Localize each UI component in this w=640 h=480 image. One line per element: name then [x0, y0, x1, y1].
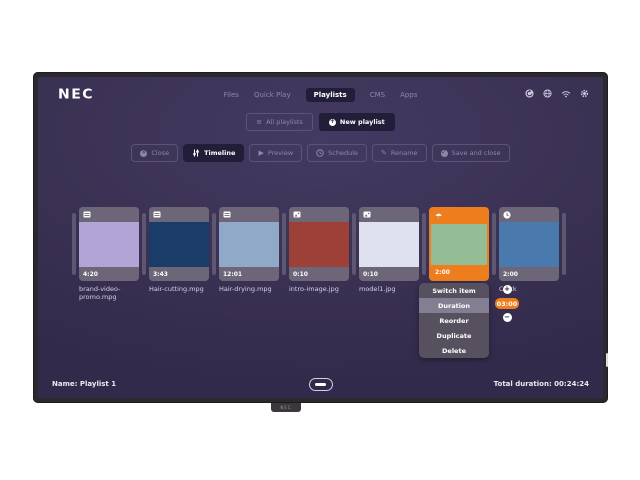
new-playlist-button[interactable]: + New playlist — [319, 113, 395, 131]
timeline-item-brand-video[interactable]: 4:20 brand-video-promo.mpg — [79, 207, 139, 302]
item-label: brand-video-promo.mpg — [79, 285, 139, 302]
top-nav: Files Quick Play Playlists CMS Apps — [38, 88, 603, 102]
timeline-item-weather[interactable]: ☂ 2:00 Weather — [429, 207, 489, 293]
drag-handle[interactable] — [352, 213, 356, 275]
selected-card[interactable]: ☂ 2:00 — [429, 207, 489, 281]
playlist-actions: ≡ All playlists + New playlist — [38, 113, 603, 131]
duration-badge: 2:00 — [499, 267, 559, 281]
timeline-label: Timeline — [204, 149, 235, 157]
new-playlist-label: New playlist — [340, 118, 385, 126]
play-icon: ▶ — [258, 150, 263, 157]
monitor-frame: NEC Files Quick Play Playlists CMS Apps — [33, 72, 608, 403]
save-and-close-button[interactable]: ✓ Save and close — [432, 144, 510, 162]
drag-handle[interactable] — [562, 213, 566, 275]
pencil-icon: ✎ — [381, 150, 387, 157]
gear-icon[interactable] — [580, 89, 589, 98]
menu-item-switch-item[interactable]: Switch item — [419, 283, 489, 298]
drag-handle[interactable] — [142, 213, 146, 275]
globe-icon[interactable] — [543, 89, 552, 98]
page: NEC Files Quick Play Playlists CMS Apps — [0, 0, 640, 480]
drag-handle[interactable] — [282, 213, 286, 275]
sliders-icon — [192, 149, 200, 157]
hide-toolbar-button[interactable] — [309, 378, 333, 391]
timeline-item-clock[interactable]: 2:00 Clock — [499, 207, 559, 293]
timeline-item-hair-drying[interactable]: 12:01 Hair-drying.mpg — [219, 207, 279, 293]
preview-label: Preview — [268, 149, 293, 157]
item-label: Hair-drying.mpg — [219, 285, 279, 293]
duration-badge: 0:10 — [359, 267, 419, 281]
tab-playlists[interactable]: Playlists — [306, 88, 355, 102]
film-icon — [153, 211, 161, 218]
tab-files[interactable]: Files — [224, 91, 239, 99]
duration-badge: 12:01 — [219, 267, 279, 281]
rename-label: Rename — [391, 149, 418, 157]
decrease-duration-button[interactable]: − — [503, 313, 512, 322]
timeline-item-hair-cutting[interactable]: 3:43 Hair-cutting.mpg — [149, 207, 209, 293]
close-button[interactable]: ✕ Close — [131, 144, 178, 162]
thumbnail — [499, 222, 559, 267]
timeline-toolbar: ✕ Close Timeline ▶ Preview — [38, 144, 603, 162]
duration-badge: 2:00 — [431, 265, 487, 279]
check-icon: ✓ — [441, 150, 448, 157]
duration-value: 03:00 — [495, 298, 520, 309]
total-duration: Total duration: 00:24:24 — [494, 380, 589, 388]
drag-handle[interactable] — [492, 213, 496, 275]
menu-icon: ≡ — [256, 119, 262, 126]
item-context-menu: Switch item Duration Reorder Duplicate D… — [419, 283, 489, 358]
clock-icon — [316, 149, 324, 157]
close-icon: ✕ — [140, 150, 147, 157]
all-playlists-button[interactable]: ≡ All playlists — [246, 113, 313, 131]
timeline-item-model1[interactable]: 0:10 model1.jpg — [359, 207, 419, 293]
all-playlists-label: All playlists — [266, 118, 303, 126]
menu-item-duration[interactable]: Duration — [419, 298, 489, 313]
tab-quick-play[interactable]: Quick Play — [254, 91, 291, 99]
clock-icon — [503, 211, 511, 219]
duration-stepper: + 03:00 − — [494, 285, 520, 322]
screen: NEC Files Quick Play Playlists CMS Apps — [38, 77, 603, 398]
thumbnail — [219, 222, 279, 267]
schedule-button[interactable]: Schedule — [307, 144, 367, 162]
timeline-item-intro-image[interactable]: 0:10 intro-image.jpg — [289, 207, 349, 293]
dash-icon — [315, 383, 326, 386]
schedule-label: Schedule — [328, 149, 358, 157]
drag-handle[interactable] — [212, 213, 216, 275]
thumbnail — [431, 224, 487, 265]
menu-item-reorder[interactable]: Reorder — [419, 313, 489, 328]
image-icon — [293, 211, 301, 218]
close-label: Close — [151, 149, 169, 157]
thumbnail — [79, 222, 139, 267]
thumbnail — [359, 222, 419, 267]
plus-icon: + — [329, 119, 336, 126]
sync-icon[interactable] — [525, 89, 534, 98]
save-and-close-label: Save and close — [452, 149, 501, 157]
umbrella-icon: ☂ — [435, 213, 442, 221]
tab-apps[interactable]: Apps — [400, 91, 417, 99]
drag-handle[interactable] — [72, 213, 76, 275]
drag-handle[interactable] — [422, 213, 426, 275]
film-icon — [83, 211, 91, 218]
thumbnail — [149, 222, 209, 267]
item-label: intro-image.jpg — [289, 285, 349, 293]
status-icons — [525, 89, 589, 98]
monitor-badge: NEC — [271, 403, 301, 412]
timeline-cards: 4:20 brand-video-promo.mpg 3:43 Hair-cut… — [72, 207, 566, 302]
bezel-notch — [606, 353, 608, 367]
item-label: Hair-cutting.mpg — [149, 285, 209, 293]
film-icon — [223, 211, 231, 218]
tab-cms[interactable]: CMS — [370, 91, 385, 99]
menu-item-duplicate[interactable]: Duplicate — [419, 328, 489, 343]
increase-duration-button[interactable]: + — [503, 285, 512, 294]
image-icon — [363, 211, 371, 218]
wifi-icon[interactable] — [561, 90, 571, 98]
duration-badge: 4:20 — [79, 267, 139, 281]
preview-button[interactable]: ▶ Preview — [249, 144, 302, 162]
duration-badge: 3:43 — [149, 267, 209, 281]
timeline-button[interactable]: Timeline — [183, 144, 244, 162]
duration-badge: 0:10 — [289, 267, 349, 281]
menu-item-delete[interactable]: Delete — [419, 343, 489, 358]
rename-button[interactable]: ✎ Rename — [372, 144, 427, 162]
item-label: model1.jpg — [359, 285, 419, 293]
thumbnail — [289, 222, 349, 267]
playlist-name: Name: Playlist 1 — [52, 380, 116, 388]
